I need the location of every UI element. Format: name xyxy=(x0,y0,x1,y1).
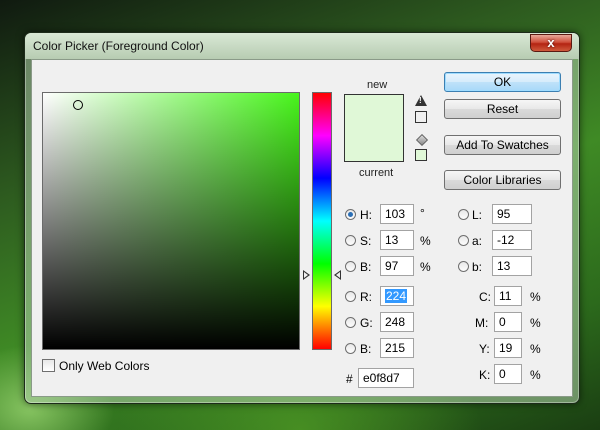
black-unit: % xyxy=(530,368,541,382)
blue-label: B: xyxy=(360,342,372,356)
lab-a-field[interactable]: -12 xyxy=(492,230,532,250)
cube-icon[interactable] xyxy=(415,133,429,147)
only-web-colors-label[interactable]: Only Web Colors xyxy=(59,359,149,373)
brightness-radio[interactable] xyxy=(345,261,356,272)
swatch-current-label: current xyxy=(359,167,394,179)
lab-b-radio[interactable] xyxy=(458,261,469,272)
color-libraries-button[interactable]: Color Libraries xyxy=(444,170,561,190)
color-field-picker-circle[interactable] xyxy=(73,100,83,110)
new-color-swatch xyxy=(344,94,404,128)
web-safe-swatch[interactable] xyxy=(415,149,427,161)
lab-l-radio[interactable] xyxy=(458,209,469,220)
red-field-value: 224 xyxy=(385,289,408,303)
hex-field[interactable]: e0f8d7 xyxy=(358,368,414,388)
green-radio[interactable] xyxy=(345,317,356,328)
green-field[interactable]: 248 xyxy=(380,312,414,332)
lab-b-field[interactable]: 13 xyxy=(492,256,532,276)
saturation-field[interactable]: 13 xyxy=(380,230,414,250)
saturation-brightness-field[interactable] xyxy=(42,92,300,350)
hue-slider-handle-right[interactable] xyxy=(334,270,341,280)
only-web-colors-checkbox[interactable] xyxy=(42,359,55,372)
reset-button[interactable]: Reset xyxy=(444,99,561,119)
cyan-label: C: xyxy=(479,290,491,304)
brightness-label: B: xyxy=(360,260,372,274)
saturation-unit: % xyxy=(420,234,431,248)
magenta-label: M: xyxy=(475,316,489,330)
yellow-unit: % xyxy=(530,342,541,356)
black-label: K: xyxy=(479,368,491,382)
lab-a-radio[interactable] xyxy=(458,235,469,246)
dialog-content: new current OK Reset Add To Swatches Col… xyxy=(24,32,580,404)
hue-label: H: xyxy=(360,208,372,222)
yellow-field[interactable]: 19 xyxy=(494,338,522,358)
red-field[interactable]: 224 xyxy=(380,286,414,306)
swatch-new-label: new xyxy=(367,79,388,91)
hue-field[interactable]: 103 xyxy=(380,204,414,224)
warning-triangle-icon[interactable] xyxy=(415,95,427,106)
hue-slider-handle-left[interactable] xyxy=(303,270,310,280)
magenta-field[interactable]: 0 xyxy=(494,312,522,332)
add-to-swatches-button[interactable]: Add To Swatches xyxy=(444,135,561,155)
hue-radio[interactable] xyxy=(345,209,356,220)
cyan-field[interactable]: 11 xyxy=(494,286,522,306)
blue-field[interactable]: 215 xyxy=(380,338,414,358)
ok-button[interactable]: OK xyxy=(444,72,561,92)
blue-radio[interactable] xyxy=(345,343,356,354)
current-color-swatch[interactable] xyxy=(344,128,404,162)
magenta-unit: % xyxy=(530,316,541,330)
saturation-radio[interactable] xyxy=(345,235,356,246)
black-field[interactable]: 0 xyxy=(494,364,522,384)
red-radio[interactable] xyxy=(345,291,356,302)
green-label: G: xyxy=(360,316,373,330)
brightness-field[interactable]: 97 xyxy=(380,256,414,276)
saturation-label: S: xyxy=(360,234,372,248)
lab-a-label: a: xyxy=(472,234,483,248)
cyan-unit: % xyxy=(530,290,541,304)
lab-b-label: b: xyxy=(472,260,483,274)
hue-slider[interactable] xyxy=(312,92,332,350)
hex-label: # xyxy=(346,372,353,386)
hue-unit: ° xyxy=(420,206,425,220)
lab-l-field[interactable]: 95 xyxy=(492,204,532,224)
red-label: R: xyxy=(360,290,372,304)
gamut-warning-swatch[interactable] xyxy=(415,111,427,123)
lab-l-label: L: xyxy=(472,208,483,222)
yellow-label: Y: xyxy=(479,342,490,356)
brightness-unit: % xyxy=(420,260,431,274)
